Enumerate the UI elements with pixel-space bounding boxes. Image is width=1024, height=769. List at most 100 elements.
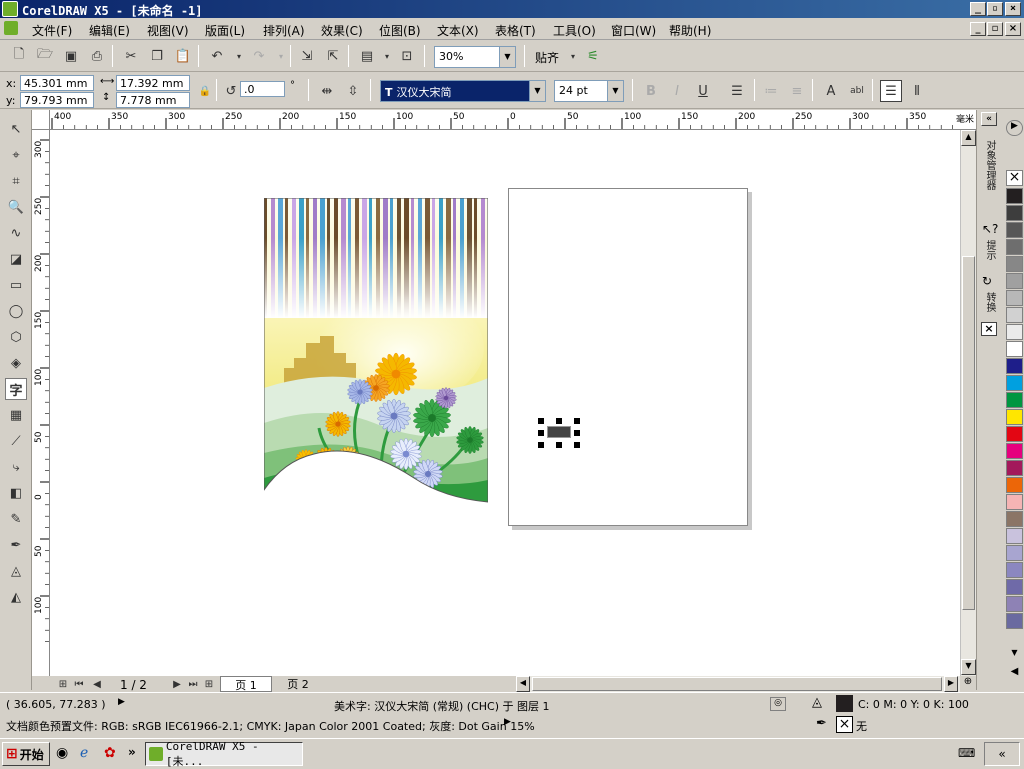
palette-swatch[interactable] [1006,579,1023,595]
scroll-down-icon[interactable]: ▼ [961,659,976,675]
scroll-up-icon[interactable]: ▲ [961,130,976,146]
palette-swatch[interactable] [1006,307,1023,323]
height-field[interactable]: 7.778 mm [116,92,190,108]
palette-swatch[interactable] [1006,511,1023,527]
snap-dropdown-icon[interactable]: ▾ [562,45,584,67]
palette-swatch[interactable] [1006,205,1023,221]
palette-scroll-up-icon[interactable]: ▶ [1006,120,1023,136]
page-tab-2[interactable]: 页 2 [272,676,324,692]
palette-swatch[interactable] [1006,239,1023,255]
palette-swatch[interactable] [1006,477,1023,493]
chrome-icon[interactable]: ◉ [56,745,68,761]
palette-swatch[interactable] [1006,426,1023,442]
palette-scroll-down-icon[interactable]: ▼ [1006,648,1023,662]
text-tool-icon[interactable]: 字 [5,378,27,400]
bullet-list-icon[interactable]: ≔ [760,80,782,102]
table-tool-icon[interactable]: ▦ [5,404,27,426]
palette-swatch[interactable] [1006,596,1023,612]
y-position-field[interactable]: 79.793 mm [20,92,94,108]
vertical-text-icon[interactable]: ⦀ [906,80,928,102]
docker-tab-hints[interactable]: 提示 [982,240,997,260]
open-icon[interactable]: 🗁 [34,45,56,67]
bold-button[interactable]: B [640,80,662,102]
dimension-tool-icon[interactable]: ⟋ [5,430,27,452]
redo-dropdown-icon[interactable]: ▾ [270,45,292,67]
palette-swatch[interactable] [1006,528,1023,544]
connector-tool-icon[interactable]: ⤷ [5,456,27,478]
menu-text[interactable]: 文本(X) [437,22,479,39]
quicklaunch-app-icon[interactable]: ✿ [104,745,116,761]
doc-restore-button[interactable]: ▫ [987,22,1003,36]
rectangle-tool-icon[interactable]: ▭ [5,274,27,296]
cut-icon[interactable]: ✂ [120,45,142,67]
blend-tool-icon[interactable]: ◧ [5,482,27,504]
doc-minimize-button[interactable]: _ [970,22,986,36]
profile-arrow-icon[interactable]: ▶ [504,717,511,727]
text-alignment-icon[interactable]: ☰ [726,80,748,102]
palette-swatch[interactable] [1006,443,1023,459]
zoom-navigator-icon[interactable]: ⊕ [960,676,976,692]
menu-edit[interactable]: 编辑(E) [89,22,130,39]
copy-icon[interactable]: ❐ [146,45,168,67]
drawing-canvas[interactable] [50,130,960,676]
underline-button[interactable]: U [692,80,714,102]
docker-collapse-icon[interactable]: « [981,112,997,126]
width-field[interactable]: 17.392 mm [116,75,190,91]
menu-arrange[interactable]: 排列(A) [263,22,305,39]
menu-window[interactable]: 窗口(W) [611,22,656,39]
horizontal-ruler[interactable]: 400 350 300 250 200 150 100 50 0 50 100 150 200 250 30… [50,110,976,130]
keyboard-icon[interactable]: ⌨ [958,746,975,760]
drop-cap-icon[interactable]: ≡ [786,80,808,102]
ruler-origin[interactable] [32,110,50,130]
palette-swatch[interactable] [1006,222,1023,238]
palette-swatch[interactable] [1006,562,1023,578]
mirror-vertical-icon[interactable]: ⇳ [342,80,364,102]
docker-tab-transformation[interactable]: 转换 [982,292,997,312]
zoom-level-select[interactable]: 30% ▼ [434,46,516,68]
undo-icon[interactable]: ↶ [206,45,228,67]
doc-close-button[interactable]: × [1005,22,1021,36]
palette-swatch[interactable] [1006,375,1023,391]
no-color-swatch[interactable]: ⨯ [1006,170,1023,186]
close-button[interactable]: × [1005,2,1021,16]
horizontal-scrollbar[interactable]: ◀ ▶ [516,676,960,692]
rotation-field[interactable]: .0 [240,81,285,97]
palette-swatch[interactable] [1006,392,1023,408]
application-launcher-icon[interactable]: ▤ [356,45,378,67]
options-icon[interactable]: ⚟ [582,45,604,67]
menu-effects[interactable]: 效果(C) [321,22,363,39]
palette-swatch[interactable] [1006,545,1023,561]
print-icon[interactable]: ⎙ [86,45,108,67]
palette-swatch[interactable] [1006,613,1023,629]
italic-button[interactable]: I [666,80,688,102]
snap-to-button[interactable]: 贴齐 [535,49,559,66]
import-icon[interactable]: ⇲ [296,45,318,67]
menu-view[interactable]: 视图(V) [147,22,189,39]
interactive-fill-tool-icon[interactable]: ◭ [5,586,27,608]
vertical-scrollbar[interactable]: ▲ ▼ [960,130,976,676]
rotate-icon[interactable]: ↺ [220,80,242,102]
lock-ratio-icon[interactable]: 🔒 [194,80,216,102]
minimize-button[interactable]: _ [970,2,986,16]
palette-swatch[interactable] [1006,324,1023,340]
palette-flyout-icon[interactable]: ◀ [1006,666,1023,680]
crop-tool-icon[interactable]: ⌗ [5,170,27,192]
mirror-horizontal-icon[interactable]: ⇹ [316,80,338,102]
menu-file[interactable]: 文件(F) [32,22,72,39]
font-family-select[interactable]: T 汉仪大宋简 ▼ [380,80,546,102]
palette-swatch[interactable] [1006,188,1023,204]
vertical-ruler[interactable]: 300 250 200 150 100 50 0 50 100 [32,130,50,676]
maximize-button[interactable]: ▫ [987,2,1003,16]
page-border[interactable] [508,188,748,526]
eyedropper-tool-icon[interactable]: ✎ [5,508,27,530]
horizontal-text-icon[interactable]: ☰ [880,80,902,102]
freehand-tool-icon[interactable]: ∿ [5,222,27,244]
page-tab-1[interactable]: 页 1 [220,676,272,692]
horizontal-scroll-thumb[interactable] [532,677,942,691]
palette-swatch[interactable] [1006,273,1023,289]
system-tray[interactable]: « [984,742,1020,766]
palette-swatch[interactable] [1006,256,1023,272]
menu-layout[interactable]: 版面(L) [205,22,245,39]
fill-tool-icon[interactable]: ◬ [5,560,27,582]
shape-tool-icon[interactable]: ⌖ [5,144,27,166]
